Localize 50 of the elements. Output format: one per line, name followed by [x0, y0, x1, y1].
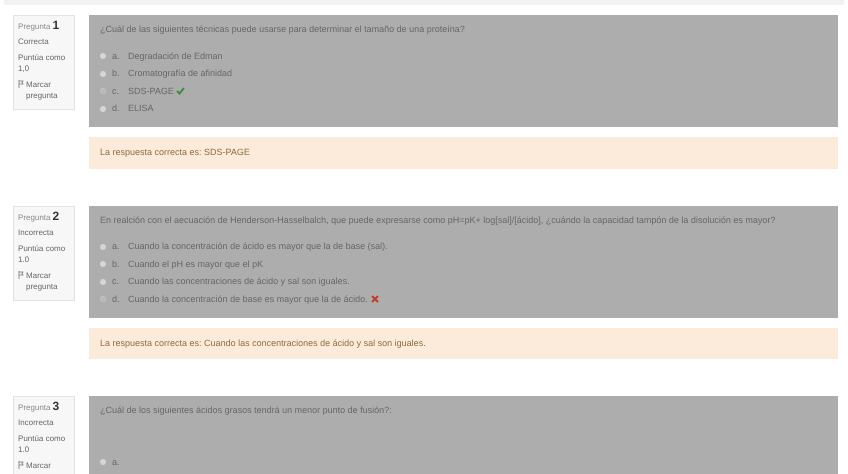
option-letter: b.: [112, 67, 121, 80]
option-text: Cuando la concentración de base es mayor que la de ácido.: [128, 292, 368, 306]
flag-question-link[interactable]: Marcar: [26, 460, 70, 471]
option-text: Cuando las concentraciones de ácido y sal son iguales.: [128, 275, 350, 288]
question-text: ¿Cuál de las siguientes técnicas puede usarse para determinar el tamaño de una proteína?: [100, 23, 466, 36]
question-text: En realción con el aecuación de Henderson-Hasselbalch, que puede expresarse como pH=pK+ log[sal]/[ácido], ¿cuándo la capacidad tampón de la disolución es mayor?: [100, 214, 776, 227]
option-letter: a.: [112, 240, 121, 253]
option-letter: a.: [112, 50, 121, 62]
score-label: Puntúa como: [18, 433, 66, 444]
option-letter: d.: [112, 292, 121, 306]
option-text: Cuando la concentración de ácido es mayor que la de base (sal).: [128, 240, 388, 253]
question-status: Incorrecta: [18, 226, 55, 238]
score-label: Puntúa como: [18, 52, 66, 63]
radio-button[interactable]: [100, 106, 106, 112]
feedback-text: La respuesta correcta es: Cuando las concentraciones de ácido y sal son iguales.: [100, 338, 426, 348]
flag-question-link[interactable]: Marcar pregunta: [26, 270, 70, 292]
question-label: Pregunta: [18, 212, 50, 222]
question-status: Incorrecta: [18, 417, 55, 428]
question-number: 1: [52, 20, 60, 31]
option-text: ELISA: [128, 102, 154, 115]
option-letter: c.: [112, 275, 120, 288]
radio-button[interactable]: [100, 278, 106, 285]
score-label: Puntúa como: [18, 242, 66, 254]
radio-button[interactable]: [100, 53, 106, 60]
option-letter: c.: [112, 84, 120, 98]
radio-button[interactable]: [100, 70, 106, 77]
radio-button[interactable]: [100, 459, 106, 466]
option-text: Cromatografía de afinidad: [128, 67, 232, 80]
question-number: 2: [52, 210, 60, 222]
radio-button[interactable]: [100, 244, 106, 250]
score-value: 1.0: [18, 254, 30, 264]
question-status: Correcta: [18, 36, 50, 47]
feedback-text: La respuesta correcta es: SDS-PAGE: [100, 147, 250, 157]
question-label: Pregunta: [18, 21, 50, 32]
option-text: SDS-PAGE: [128, 84, 174, 98]
option-letter: d.: [112, 102, 121, 115]
question-text: ¿Cuál de los siguientes ácidos grasos tendrá un menor punto de fusión?:: [100, 404, 393, 417]
score-value: 1.0: [18, 444, 30, 455]
flag-icon[interactable]: [18, 461, 24, 469]
question-number: 3: [52, 401, 60, 412]
option-text: Cuando el pH es mayor que el pK: [128, 258, 264, 271]
radio-button[interactable]: [100, 261, 106, 268]
option-text: Degradación de Edman: [128, 50, 223, 63]
flag-icon[interactable]: [18, 270, 24, 278]
flag-question-link[interactable]: Marcar pregunta: [26, 79, 70, 101]
score-value: 1,0: [18, 63, 30, 74]
option-letter: a.: [112, 456, 121, 468]
option-letter: b.: [112, 258, 121, 270]
flag-icon[interactable]: [18, 80, 24, 88]
question-label: Pregunta: [18, 402, 50, 413]
